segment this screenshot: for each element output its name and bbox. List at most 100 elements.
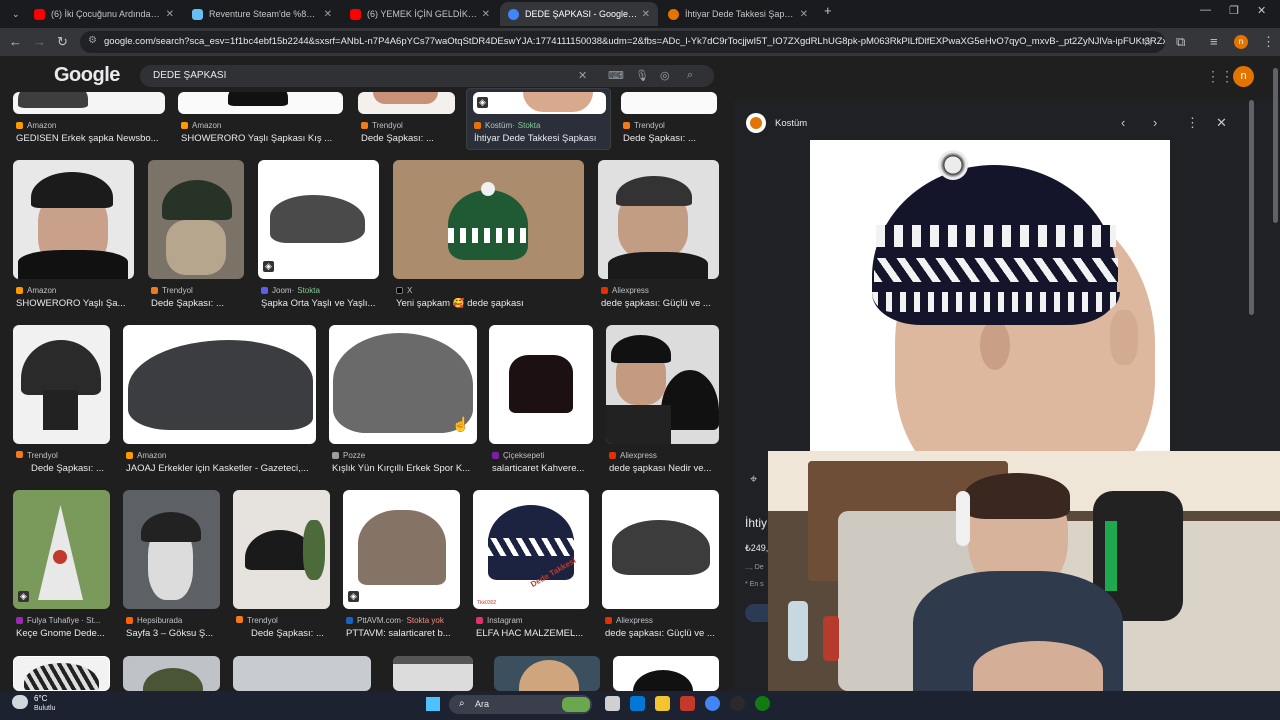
image-thumb[interactable]: [494, 656, 600, 691]
more-options-icon[interactable]: ⋮: [1186, 115, 1199, 131]
result-title[interactable]: JAOAJ Erkekler için Kasketler - Gazeteci…: [126, 463, 316, 474]
file-explorer-icon[interactable]: [655, 696, 670, 711]
image-thumb[interactable]: [606, 325, 719, 444]
forward-icon[interactable]: →: [33, 34, 46, 49]
result-title[interactable]: dede şapkası: Güçlü ve ...: [601, 298, 719, 309]
result-title[interactable]: Kışlık Yün Kırçıllı Erkek Spor K...: [332, 463, 477, 474]
image-thumb[interactable]: [123, 490, 220, 609]
tab-search-button[interactable]: ⌄: [4, 2, 22, 26]
tab-5[interactable]: İhtiyar Dede Takkesi Şapkası ✕: [660, 2, 816, 26]
result-title[interactable]: Keçe Gnome Dede...: [16, 628, 111, 639]
scrollbar-thumb[interactable]: [1249, 100, 1254, 315]
image-thumb[interactable]: [358, 92, 455, 114]
result-title[interactable]: dede şapkası Nedir ve...: [609, 463, 719, 474]
address-bar[interactable]: ⚙ google.com/search?sca_esv=1f1bc4ebf15b…: [80, 31, 1165, 53]
image-thumb[interactable]: [613, 656, 719, 691]
profile-avatar[interactable]: n: [1234, 35, 1248, 49]
image-thumb[interactable]: [123, 325, 316, 444]
back-icon[interactable]: ←: [9, 34, 22, 49]
image-thumb[interactable]: [148, 160, 244, 279]
menu-icon[interactable]: ⋮: [1262, 34, 1275, 50]
image-thumb[interactable]: [13, 160, 134, 279]
close-icon[interactable]: ✕: [166, 9, 174, 20]
result-title[interactable]: Şapka Orta Yaşlı ve Yaşlı...: [261, 298, 386, 309]
windows-start-icon[interactable]: [426, 697, 440, 711]
tab-4-active[interactable]: DEDE ŞAPKASI - Google'da Ara ✕: [500, 2, 658, 26]
bookmark-star-icon[interactable]: ☆: [1142, 34, 1154, 50]
image-thumb[interactable]: [489, 325, 593, 444]
weather-temperature[interactable]: 6°C: [34, 694, 47, 703]
result-title[interactable]: salarticaret Kahvere...: [492, 463, 593, 474]
result-title[interactable]: SHOWERORO Yaşlı Şa...: [16, 298, 134, 309]
image-thumb[interactable]: [233, 490, 330, 609]
image-thumb[interactable]: ◈: [258, 160, 379, 279]
result-title[interactable]: Dede Şapkası: ...: [31, 463, 111, 474]
image-thumb[interactable]: [393, 160, 584, 279]
image-thumb[interactable]: Dede Takkesi Tkk0302: [473, 490, 589, 609]
result-title[interactable]: Dede Şapkası: ...: [251, 628, 336, 639]
image-thumb[interactable]: ◈: [343, 490, 460, 609]
restore-icon[interactable]: ❐: [1229, 4, 1239, 17]
microphone-icon[interactable]: 🎙: [635, 69, 649, 82]
search-icon[interactable]: ⌕: [687, 69, 693, 82]
close-panel-icon[interactable]: ✕: [1216, 115, 1227, 131]
google-logo[interactable]: Google: [54, 64, 120, 87]
close-icon[interactable]: ✕: [482, 9, 490, 20]
result-title[interactable]: SHOWERORO Yaşlı Şapkası Kış ...: [181, 133, 341, 144]
result-title[interactable]: dede şapkası: Güçlü ve ...: [605, 628, 720, 639]
new-tab-button[interactable]: +: [824, 3, 832, 18]
site-info-icon[interactable]: ⚙: [88, 35, 97, 46]
result-title[interactable]: GEDISEN Erkek şapka Newsbo...: [16, 133, 166, 144]
tab-1[interactable]: (6) İki Çocuğunu Ardında Bırakı ✕: [26, 2, 182, 26]
minimize-icon[interactable]: —: [1200, 4, 1211, 16]
media-icon[interactable]: ≡: [1210, 34, 1218, 49]
page-scrollbar-thumb[interactable]: [1273, 68, 1278, 223]
close-window-icon[interactable]: ✕: [1257, 4, 1266, 17]
close-icon[interactable]: ✕: [324, 9, 332, 20]
image-thumb[interactable]: [233, 656, 371, 691]
close-icon[interactable]: ✕: [800, 9, 808, 20]
result-title[interactable]: Sayfa 3 – Göksu Ş...: [126, 628, 221, 639]
image-thumb[interactable]: [13, 656, 110, 691]
image-thumb[interactable]: [602, 490, 719, 609]
chevron-right-icon[interactable]: ›: [1153, 115, 1157, 130]
result-title[interactable]: Dede Şapkası: ...: [623, 133, 718, 144]
image-thumb[interactable]: [123, 656, 220, 691]
search-box[interactable]: DEDE ŞAPKASI ✕ ⌨ 🎙 ◎ ⌕: [140, 65, 714, 87]
extensions-icon[interactable]: ⧉: [1176, 34, 1185, 50]
image-thumb[interactable]: [178, 92, 343, 114]
image-thumb[interactable]: [13, 325, 110, 444]
image-thumb[interactable]: [598, 160, 719, 279]
lens-search-icon[interactable]: ⌖: [750, 471, 757, 487]
chrome-icon[interactable]: [705, 696, 720, 711]
account-avatar[interactable]: n: [1233, 66, 1254, 87]
result-title[interactable]: PTTAVM: salarticaret b...: [346, 628, 464, 639]
image-thumb[interactable]: [13, 92, 165, 114]
image-thumb[interactable]: ◈: [13, 490, 110, 609]
reload-icon[interactable]: ↻: [57, 34, 68, 50]
search-input[interactable]: DEDE ŞAPKASI: [153, 70, 226, 81]
preview-image[interactable]: [810, 140, 1170, 451]
result-title[interactable]: Dede Şapkası: ...: [361, 133, 461, 144]
close-icon[interactable]: ✕: [642, 9, 650, 20]
product-title[interactable]: İhtiy: [745, 516, 767, 530]
clear-icon[interactable]: ✕: [578, 69, 587, 82]
taskbar-search[interactable]: ⌕ Ara: [449, 695, 592, 714]
image-thumb[interactable]: ◈: [473, 92, 606, 114]
image-thumb[interactable]: [393, 656, 473, 691]
store-icon[interactable]: [630, 696, 645, 711]
panel-source-name[interactable]: Kostüm: [775, 118, 807, 129]
result-title[interactable]: İhtiyar Dede Takkesi Şapkası: [474, 133, 609, 144]
result-title[interactable]: Yeni şapkam 🥰 dede şapkası: [396, 298, 584, 309]
tab-2[interactable]: Reventure Steam'de %83 İndirim ✕: [184, 2, 340, 26]
chevron-left-icon[interactable]: ‹: [1121, 115, 1125, 130]
xbox-icon[interactable]: [755, 696, 770, 711]
weather-description[interactable]: Bulutlu: [34, 705, 55, 712]
result-title[interactable]: ELFA HAC MALZEMEL...: [476, 628, 591, 639]
app-icon[interactable]: [680, 696, 695, 711]
game-icon[interactable]: [730, 696, 745, 711]
task-view-icon[interactable]: [605, 696, 620, 711]
keyboard-icon[interactable]: ⌨: [608, 69, 624, 82]
result-title[interactable]: Dede Şapkası: ...: [151, 298, 246, 309]
lens-icon[interactable]: ◎: [660, 69, 670, 82]
